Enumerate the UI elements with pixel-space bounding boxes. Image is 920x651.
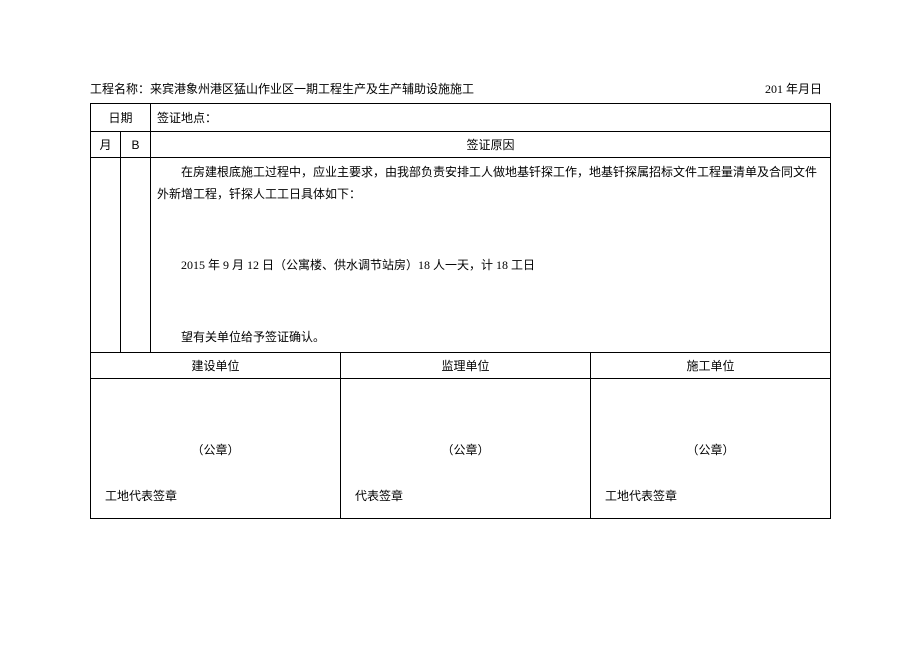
row-sign: （公章） 工地代表签章 （公章） 代表签章 （公章） 工地代表签章: [91, 379, 831, 519]
content-para1: 在房建根底施工过程中，应业主要求，由我部负责安排工人做地基钎探工作，地基钎探属招…: [157, 162, 824, 205]
reason-header-cell: 签证原因: [151, 132, 831, 158]
rep-2: 代表签章: [355, 487, 403, 504]
b-cell: B: [121, 132, 151, 158]
rep-3: 工地代表签章: [605, 487, 677, 504]
row-month-b: 月 B 签证原因: [91, 132, 831, 158]
seal-1: （公章）: [97, 441, 334, 458]
row-unit-header: 建设单位 监理单位 施工单位: [91, 353, 831, 379]
main-table: 日期 签证地点： 月 B 签证原因 在房建根底施工过程中，应业主要求，由我部负责…: [90, 103, 831, 519]
row-date: 日期 签证地点：: [91, 104, 831, 132]
seal-3: （公章）: [597, 441, 824, 458]
sign-block-1: （公章） 工地代表签章: [91, 379, 341, 519]
sign-block-2: （公章） 代表签章: [341, 379, 591, 519]
unit1-title: 建设单位: [91, 353, 341, 379]
row-content: 在房建根底施工过程中，应业主要求，由我部负责安排工人做地基钎探工作，地基钎探属招…: [91, 158, 831, 353]
project-line: 工程名称：来宾港象州港区猛山作业区一期工程生产及生产辅助设施施工: [90, 80, 474, 97]
month-empty: [91, 158, 121, 353]
rep-1: 工地代表签章: [105, 487, 177, 504]
month-cell: 月: [91, 132, 121, 158]
header-row: 工程名称：来宾港象州港区猛山作业区一期工程生产及生产辅助设施施工 201 年月日: [90, 80, 830, 97]
content-cell: 在房建根底施工过程中，应业主要求，由我部负责安排工人做地基钎探工作，地基钎探属招…: [151, 158, 831, 353]
sign-block-3: （公章） 工地代表签章: [591, 379, 831, 519]
header-date: 201 年月日: [765, 80, 830, 97]
project-label: 工程名称：: [90, 82, 150, 96]
content-para2: 2015 年 9 月 12 日（公寓楼、供水调节站房）18 人一天，计 18 工…: [157, 255, 824, 277]
b-empty: [121, 158, 151, 353]
date-label-cell: 日期: [91, 104, 151, 132]
seal-2: （公章）: [347, 441, 584, 458]
unit3-title: 施工单位: [591, 353, 831, 379]
project-name: 来宾港象州港区猛山作业区一期工程生产及生产辅助设施施工: [150, 82, 474, 96]
content-para3: 望有关单位给予签证确认。: [157, 327, 824, 349]
location-cell: 签证地点：: [151, 104, 831, 132]
unit2-title: 监理单位: [341, 353, 591, 379]
